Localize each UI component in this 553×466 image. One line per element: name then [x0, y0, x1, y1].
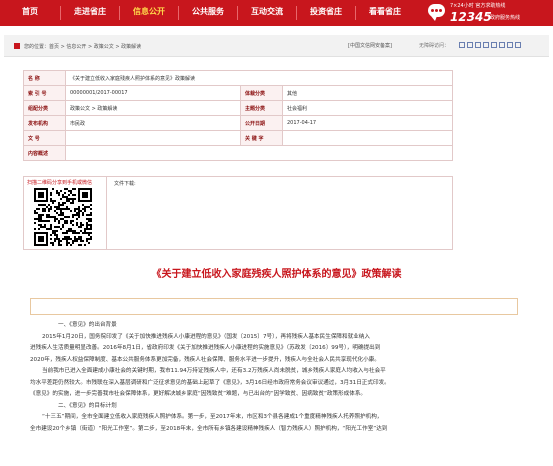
abstract-box	[30, 298, 518, 315]
main-menu: 首页 走进省庄 信息公开 公共服务 互动交流 投资省庄 看看省庄	[0, 0, 414, 26]
org-value: 市民政	[65, 115, 241, 131]
subject-value: 社会福利	[282, 100, 453, 116]
keyword-label: 关 键 字	[240, 130, 283, 146]
nav-item[interactable]: 公共服务	[179, 0, 237, 26]
a11y-tool-button[interactable]	[475, 42, 481, 48]
qr-code-icon	[34, 188, 92, 246]
subject-label: 主题分类	[240, 100, 283, 116]
compatibility-link[interactable]: [中国文信网安备案]	[348, 42, 392, 49]
qr-panel: 扫描二维码分享到手机或微信	[24, 177, 107, 249]
keyword-value	[282, 130, 453, 146]
name-value: 《关于建立低收入家庭残疾人照护体系的意见》政策解读	[65, 70, 453, 86]
article-paragraph: “十三五”期间，全市全面建立低收入家庭残疾人照护体系。第一步，至2017年末，市…	[42, 414, 383, 420]
hotline-banner[interactable]: 7×24小时 官方求助热线 12345 政府服务热线	[428, 1, 553, 25]
hotline-tagline: 7×24小时 官方求助热线	[450, 3, 506, 9]
nav-item[interactable]: 信息公开	[120, 0, 178, 26]
a11y-tool-button[interactable]	[491, 42, 497, 48]
summary-label: 内容概述	[23, 145, 66, 161]
file-download-label: 文件下载:	[114, 181, 136, 187]
qr-tip: 扫描二维码分享到手机或微信	[27, 180, 93, 186]
nav-item[interactable]: 走进省庄	[61, 0, 119, 26]
article-title: 《关于建立低收入家庭残疾人照护体系的意见》政策解读	[151, 269, 402, 280]
document-info-table: 名 称 《关于建立低收入家庭残疾人照护体系的意见》政策解读 索 引 号 0000…	[23, 70, 453, 161]
accessibility-tools	[459, 42, 523, 48]
index-label: 索 引 号	[23, 85, 66, 101]
chat-bubble-icon	[428, 4, 445, 21]
a11y-tool-button[interactable]	[483, 42, 489, 48]
breadcrumb[interactable]: 您的位置：首页 > 信息公开 > 政策公文 > 政策解读	[24, 43, 141, 50]
accessibility-label: 无障碍访问：	[419, 43, 450, 49]
article-paragraph: 当前我市已进入全面建成小康社会的关键时期，我市11.94万持证残疾人中，还有3.…	[42, 368, 386, 374]
category-value: 政策公文 > 政策解读	[65, 100, 241, 116]
a11y-tool-button[interactable]	[515, 42, 521, 48]
top-navigation: 首页 走进省庄 信息公开 公共服务 互动交流 投资省庄 看看省庄 7×24小时 官方求助热线…	[0, 0, 553, 26]
name-label: 名 称	[23, 70, 66, 86]
index-value: 00000001/2017-00017	[65, 85, 241, 101]
a11y-tool-button[interactable]	[467, 42, 473, 48]
nav-item[interactable]: 首页	[0, 0, 60, 26]
nav-item[interactable]: 看看省庄	[356, 0, 414, 26]
article-paragraph: 二、《意见》的目标计划	[58, 402, 117, 409]
article-paragraph: 2020年，残疾人权益保障制度、基本公共服务体系更加完备，残疾人社会保障、服务水…	[30, 356, 380, 363]
date-value: 2017-04-17	[282, 115, 453, 131]
article-paragraph: 进残疾人生活质量明显改善。2016年8月1日，省政府印发《关于加快推进残疾人小康…	[30, 345, 381, 351]
summary-value	[65, 145, 453, 161]
org-label: 发布机构	[23, 115, 66, 131]
topic-value: 其他	[282, 85, 453, 101]
a11y-tool-button[interactable]	[507, 42, 513, 48]
article-body: 一、《意见》的出台背景 2015年1月20日，国务院印发了《关于加快推进残疾人小康…	[30, 320, 530, 435]
article-paragraph: 一、《意见》的出台背景	[58, 322, 117, 328]
category-label: 组配分类	[23, 100, 66, 116]
nav-item[interactable]: 互动交流	[238, 0, 296, 26]
article-paragraph: 全市建设20个乡镇（街道）“阳光工作室”。第二步，至2018年末，全市所有乡镇各…	[30, 425, 388, 432]
hotline-subtitle: 政府服务热线	[490, 15, 521, 21]
a11y-tool-button[interactable]	[459, 42, 465, 48]
a11y-tool-button[interactable]	[499, 42, 505, 48]
docno-value	[65, 130, 241, 146]
hotline-number: 12345	[450, 10, 492, 24]
article-paragraph: 均水平差距仍然较大。市残联在深入基层调研和广泛征求意见的基础上起草了《意见》，3…	[30, 379, 390, 386]
article-paragraph: 《意见》的实施，进一步完善我市社会保障体系，更好解决城乡家庭“因残致贫”难题，与…	[30, 391, 367, 397]
article-paragraph: 2015年1月20日，国务院印发了《关于加快推进残疾人小康进程的意见》（国发〔2…	[42, 333, 370, 340]
date-label: 公开日期	[240, 115, 283, 131]
nav-item[interactable]: 投资省庄	[297, 0, 355, 26]
location-icon	[14, 43, 20, 49]
share-download-section: 扫描二维码分享到手机或微信 文件下载:	[23, 176, 453, 250]
docno-label: 文 号	[23, 130, 66, 146]
topic-label: 体裁分类	[240, 85, 283, 101]
breadcrumb-bar: 您的位置：首页 > 信息公开 > 政策公文 > 政策解读 [中国文信网安备案] …	[4, 35, 549, 57]
